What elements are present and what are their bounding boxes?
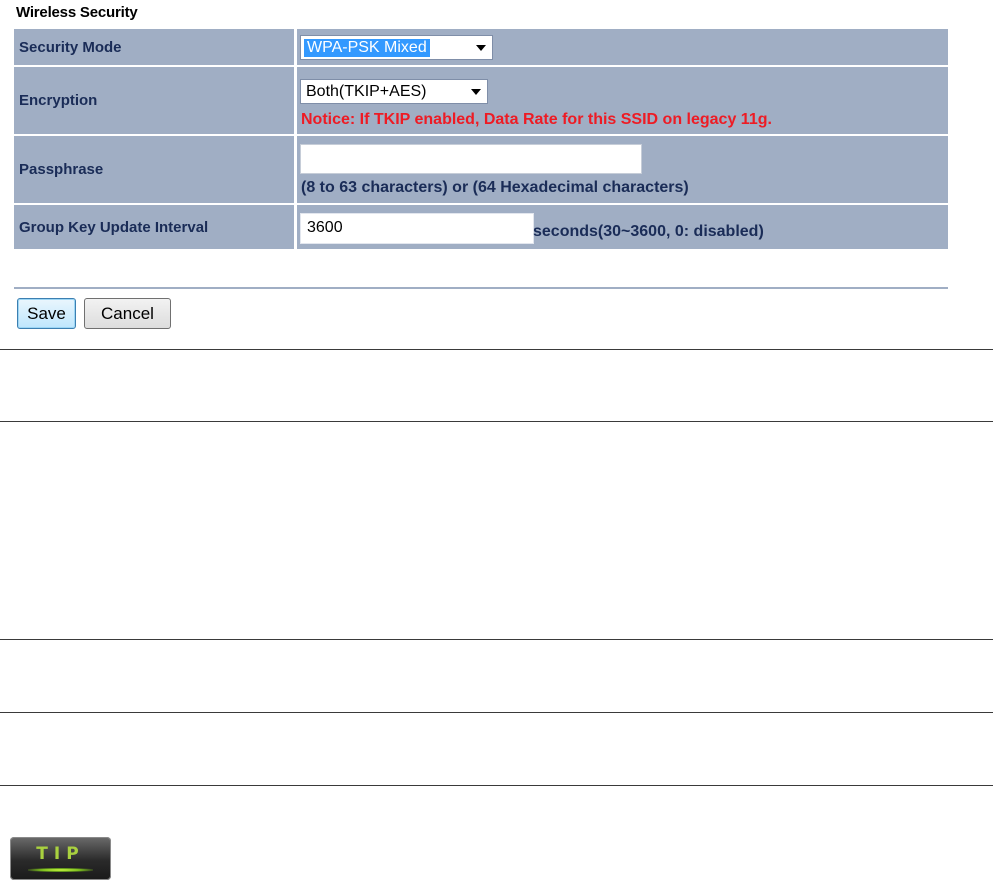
passphrase-row: Passphrase (8 to 63 characters) or (64 H… (14, 136, 948, 203)
passphrase-input[interactable] (300, 144, 642, 174)
encryption-selected: Both(TKIP+AES) (306, 82, 427, 100)
form-divider (14, 287, 948, 289)
cancel-button[interactable]: Cancel (84, 298, 171, 329)
group-key-interval-input[interactable]: 3600 (300, 213, 534, 244)
section-title: Wireless Security (16, 4, 138, 21)
tkip-notice: Notice: If TKIP enabled, Data Rate for t… (301, 111, 772, 128)
group-key-unit-hint: seconds(30~3600, 0: disabled) (533, 223, 764, 240)
passphrase-hint: (8 to 63 characters) or (64 Hexadecimal … (301, 179, 689, 196)
group-key-row: Group Key Update Interval 3600 seconds(3… (14, 205, 948, 249)
encryption-label: Encryption (14, 67, 294, 134)
security-mode-row: Security Mode WPA-PSK Mixed (14, 29, 948, 65)
security-mode-select[interactable]: WPA-PSK Mixed (300, 35, 493, 60)
separator-line (0, 349, 993, 350)
chevron-down-icon (476, 45, 486, 51)
passphrase-label: Passphrase (14, 136, 294, 203)
tip-glow (28, 868, 93, 872)
security-mode-label: Security Mode (14, 29, 294, 65)
save-button[interactable]: Save (17, 298, 76, 329)
security-mode-selected: WPA-PSK Mixed (304, 38, 430, 57)
encryption-row: Encryption Both(TKIP+AES) Notice: If TKI… (14, 67, 948, 134)
tip-badge-text: TIP (36, 844, 85, 864)
group-key-label: Group Key Update Interval (14, 205, 294, 249)
tip-badge-icon: TIP (10, 837, 111, 880)
group-key-value-cell: 3600 seconds(30~3600, 0: disabled) (297, 205, 948, 249)
security-mode-value-cell: WPA-PSK Mixed (297, 29, 948, 65)
passphrase-value-cell: (8 to 63 characters) or (64 Hexadecimal … (297, 136, 948, 203)
separator-line (0, 639, 993, 640)
encryption-value-cell: Both(TKIP+AES) Notice: If TKIP enabled, … (297, 67, 948, 134)
separator-line (0, 421, 993, 422)
separator-line (0, 712, 993, 713)
encryption-select[interactable]: Both(TKIP+AES) (300, 79, 488, 104)
chevron-down-icon (471, 89, 481, 95)
separator-line (0, 785, 993, 786)
